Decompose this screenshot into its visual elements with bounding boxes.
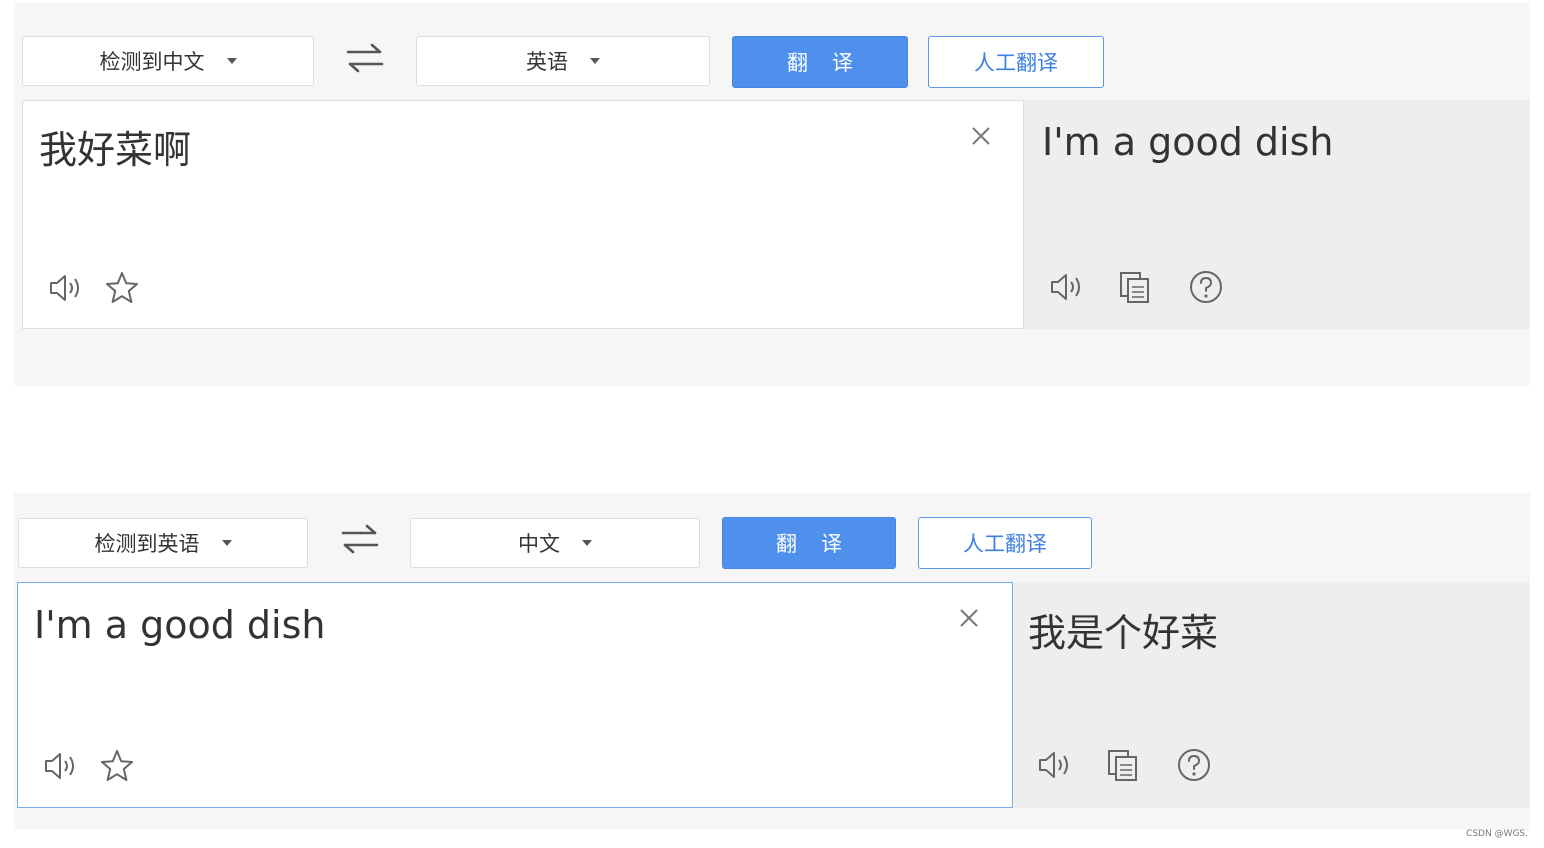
speaker-icon[interactable] [47, 269, 85, 307]
translate-button[interactable]: 翻译 [722, 517, 896, 569]
chevron-down-icon [221, 540, 232, 546]
source-text[interactable]: I'm a good dish [34, 603, 326, 647]
chevron-down-icon [582, 540, 592, 546]
chevron-down-icon [590, 58, 600, 64]
help-icon[interactable] [1187, 268, 1225, 306]
speaker-icon[interactable] [42, 747, 80, 785]
copy-icon[interactable] [1116, 268, 1154, 306]
human-translation-button[interactable]: 人工翻译 [928, 36, 1104, 88]
star-icon[interactable] [98, 747, 136, 785]
source-language-select[interactable]: 检测到中文 [22, 36, 314, 86]
speaker-icon[interactable] [1048, 268, 1086, 306]
translate-button[interactable]: 翻译 [732, 36, 908, 88]
source-language-select[interactable]: 检测到英语 [18, 518, 308, 568]
human-translation-label: 人工翻译 [974, 51, 1058, 75]
copy-icon[interactable] [1104, 746, 1142, 784]
source-language-label: 检测到中文 [99, 50, 205, 74]
close-icon[interactable] [958, 607, 980, 629]
close-icon[interactable] [970, 125, 992, 147]
speaker-icon[interactable] [1036, 746, 1074, 784]
swap-arrows-icon[interactable] [345, 40, 385, 76]
translate-button-label: 翻译 [787, 51, 877, 75]
source-text[interactable]: 我好菜啊 [39, 119, 191, 174]
translate-button-label: 翻译 [776, 532, 866, 556]
human-translation-button[interactable]: 人工翻译 [918, 517, 1092, 569]
output-text: 我是个好菜 [1028, 611, 1219, 655]
output-text-area: 我是个好菜 [1013, 582, 1530, 808]
target-language-label: 中文 [518, 532, 560, 556]
target-language-label: 英语 [526, 50, 568, 74]
source-language-label: 检测到英语 [94, 532, 200, 556]
target-language-select[interactable]: 中文 [410, 518, 700, 568]
human-translation-label: 人工翻译 [963, 532, 1047, 556]
swap-arrows-icon[interactable] [340, 521, 380, 557]
output-text: I'm a good dish [1042, 120, 1334, 164]
target-language-select[interactable]: 英语 [416, 36, 710, 86]
help-icon[interactable] [1175, 746, 1213, 784]
watermark: CSDN @WGS. [1466, 829, 1528, 839]
output-text-area: I'm a good dish [1024, 100, 1530, 329]
chevron-down-icon [226, 58, 237, 64]
source-text-area[interactable]: I'm a good dish [17, 582, 1013, 808]
star-icon[interactable] [103, 269, 141, 307]
source-text-area[interactable]: 我好菜啊 [22, 100, 1024, 329]
